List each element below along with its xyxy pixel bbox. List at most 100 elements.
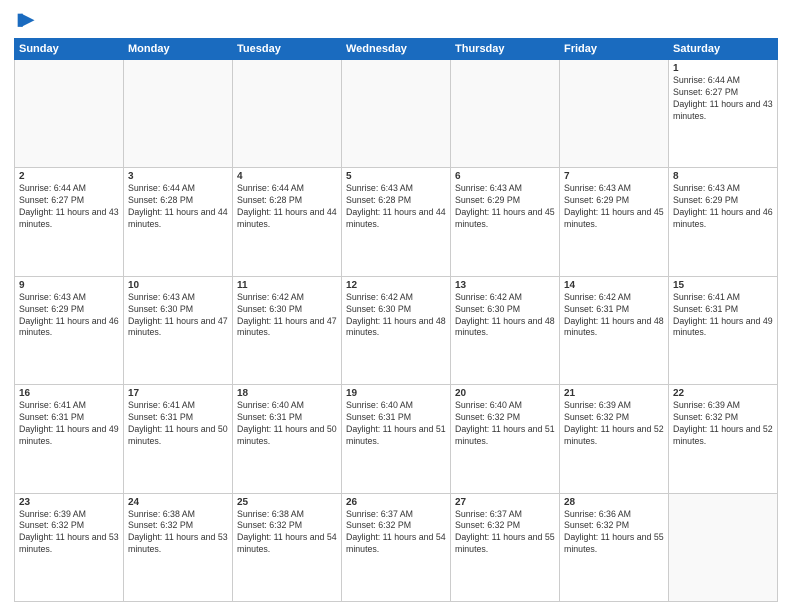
day-number: 11 <box>237 280 337 291</box>
week-row-2: 9Sunrise: 6:43 AM Sunset: 6:29 PM Daylig… <box>15 276 778 384</box>
calendar-cell: 27Sunrise: 6:37 AM Sunset: 6:32 PM Dayli… <box>451 493 560 601</box>
day-info: Sunrise: 6:38 AM Sunset: 6:32 PM Dayligh… <box>128 509 228 557</box>
calendar-cell: 21Sunrise: 6:39 AM Sunset: 6:32 PM Dayli… <box>560 385 669 493</box>
day-header-friday: Friday <box>560 39 669 60</box>
calendar-cell: 28Sunrise: 6:36 AM Sunset: 6:32 PM Dayli… <box>560 493 669 601</box>
day-info: Sunrise: 6:41 AM Sunset: 6:31 PM Dayligh… <box>673 292 773 340</box>
calendar-cell: 16Sunrise: 6:41 AM Sunset: 6:31 PM Dayli… <box>15 385 124 493</box>
calendar-cell <box>451 60 560 168</box>
day-info: Sunrise: 6:44 AM Sunset: 6:27 PM Dayligh… <box>673 75 773 123</box>
calendar-cell <box>15 60 124 168</box>
calendar-cell: 2Sunrise: 6:44 AM Sunset: 6:27 PM Daylig… <box>15 168 124 276</box>
calendar-cell: 15Sunrise: 6:41 AM Sunset: 6:31 PM Dayli… <box>669 276 778 384</box>
calendar-cell: 6Sunrise: 6:43 AM Sunset: 6:29 PM Daylig… <box>451 168 560 276</box>
calendar-cell: 26Sunrise: 6:37 AM Sunset: 6:32 PM Dayli… <box>342 493 451 601</box>
day-number: 9 <box>19 280 119 291</box>
day-number: 28 <box>564 497 664 508</box>
day-info: Sunrise: 6:43 AM Sunset: 6:29 PM Dayligh… <box>19 292 119 340</box>
page: SundayMondayTuesdayWednesdayThursdayFrid… <box>0 0 792 612</box>
logo <box>14 10 40 32</box>
calendar-cell: 23Sunrise: 6:39 AM Sunset: 6:32 PM Dayli… <box>15 493 124 601</box>
day-info: Sunrise: 6:43 AM Sunset: 6:28 PM Dayligh… <box>346 183 446 231</box>
day-number: 26 <box>346 497 446 508</box>
day-info: Sunrise: 6:44 AM Sunset: 6:28 PM Dayligh… <box>128 183 228 231</box>
calendar-cell <box>342 60 451 168</box>
header <box>14 10 778 32</box>
day-info: Sunrise: 6:42 AM Sunset: 6:31 PM Dayligh… <box>564 292 664 340</box>
calendar-cell: 10Sunrise: 6:43 AM Sunset: 6:30 PM Dayli… <box>124 276 233 384</box>
day-info: Sunrise: 6:41 AM Sunset: 6:31 PM Dayligh… <box>19 400 119 448</box>
calendar-cell: 1Sunrise: 6:44 AM Sunset: 6:27 PM Daylig… <box>669 60 778 168</box>
calendar-cell: 5Sunrise: 6:43 AM Sunset: 6:28 PM Daylig… <box>342 168 451 276</box>
day-number: 21 <box>564 388 664 399</box>
day-number: 16 <box>19 388 119 399</box>
calendar-cell: 25Sunrise: 6:38 AM Sunset: 6:32 PM Dayli… <box>233 493 342 601</box>
header-row: SundayMondayTuesdayWednesdayThursdayFrid… <box>15 39 778 60</box>
day-info: Sunrise: 6:42 AM Sunset: 6:30 PM Dayligh… <box>346 292 446 340</box>
calendar-cell <box>233 60 342 168</box>
day-number: 25 <box>237 497 337 508</box>
day-number: 19 <box>346 388 446 399</box>
week-row-1: 2Sunrise: 6:44 AM Sunset: 6:27 PM Daylig… <box>15 168 778 276</box>
calendar-cell <box>560 60 669 168</box>
day-info: Sunrise: 6:39 AM Sunset: 6:32 PM Dayligh… <box>673 400 773 448</box>
day-number: 5 <box>346 171 446 182</box>
calendar-cell: 3Sunrise: 6:44 AM Sunset: 6:28 PM Daylig… <box>124 168 233 276</box>
day-info: Sunrise: 6:38 AM Sunset: 6:32 PM Dayligh… <box>237 509 337 557</box>
week-row-3: 16Sunrise: 6:41 AM Sunset: 6:31 PM Dayli… <box>15 385 778 493</box>
day-info: Sunrise: 6:42 AM Sunset: 6:30 PM Dayligh… <box>455 292 555 340</box>
day-info: Sunrise: 6:37 AM Sunset: 6:32 PM Dayligh… <box>346 509 446 557</box>
day-info: Sunrise: 6:43 AM Sunset: 6:29 PM Dayligh… <box>455 183 555 231</box>
calendar-cell: 4Sunrise: 6:44 AM Sunset: 6:28 PM Daylig… <box>233 168 342 276</box>
day-info: Sunrise: 6:40 AM Sunset: 6:32 PM Dayligh… <box>455 400 555 448</box>
calendar-cell: 24Sunrise: 6:38 AM Sunset: 6:32 PM Dayli… <box>124 493 233 601</box>
day-header-wednesday: Wednesday <box>342 39 451 60</box>
calendar-cell: 20Sunrise: 6:40 AM Sunset: 6:32 PM Dayli… <box>451 385 560 493</box>
calendar-cell <box>124 60 233 168</box>
day-info: Sunrise: 6:42 AM Sunset: 6:30 PM Dayligh… <box>237 292 337 340</box>
day-info: Sunrise: 6:37 AM Sunset: 6:32 PM Dayligh… <box>455 509 555 557</box>
day-info: Sunrise: 6:43 AM Sunset: 6:30 PM Dayligh… <box>128 292 228 340</box>
calendar-cell: 18Sunrise: 6:40 AM Sunset: 6:31 PM Dayli… <box>233 385 342 493</box>
day-number: 6 <box>455 171 555 182</box>
day-info: Sunrise: 6:43 AM Sunset: 6:29 PM Dayligh… <box>673 183 773 231</box>
calendar-body: 1Sunrise: 6:44 AM Sunset: 6:27 PM Daylig… <box>15 60 778 602</box>
day-number: 12 <box>346 280 446 291</box>
calendar-cell: 14Sunrise: 6:42 AM Sunset: 6:31 PM Dayli… <box>560 276 669 384</box>
day-info: Sunrise: 6:44 AM Sunset: 6:28 PM Dayligh… <box>237 183 337 231</box>
calendar-cell: 13Sunrise: 6:42 AM Sunset: 6:30 PM Dayli… <box>451 276 560 384</box>
calendar-cell: 11Sunrise: 6:42 AM Sunset: 6:30 PM Dayli… <box>233 276 342 384</box>
calendar-header: SundayMondayTuesdayWednesdayThursdayFrid… <box>15 39 778 60</box>
day-info: Sunrise: 6:36 AM Sunset: 6:32 PM Dayligh… <box>564 509 664 557</box>
calendar-cell: 9Sunrise: 6:43 AM Sunset: 6:29 PM Daylig… <box>15 276 124 384</box>
week-row-4: 23Sunrise: 6:39 AM Sunset: 6:32 PM Dayli… <box>15 493 778 601</box>
day-number: 18 <box>237 388 337 399</box>
calendar-cell: 17Sunrise: 6:41 AM Sunset: 6:31 PM Dayli… <box>124 385 233 493</box>
day-number: 2 <box>19 171 119 182</box>
day-header-sunday: Sunday <box>15 39 124 60</box>
week-row-0: 1Sunrise: 6:44 AM Sunset: 6:27 PM Daylig… <box>15 60 778 168</box>
day-number: 1 <box>673 63 773 74</box>
calendar-table: SundayMondayTuesdayWednesdayThursdayFrid… <box>14 38 778 602</box>
day-header-tuesday: Tuesday <box>233 39 342 60</box>
day-info: Sunrise: 6:40 AM Sunset: 6:31 PM Dayligh… <box>346 400 446 448</box>
day-info: Sunrise: 6:39 AM Sunset: 6:32 PM Dayligh… <box>564 400 664 448</box>
day-number: 22 <box>673 388 773 399</box>
day-number: 4 <box>237 171 337 182</box>
calendar-cell: 8Sunrise: 6:43 AM Sunset: 6:29 PM Daylig… <box>669 168 778 276</box>
day-info: Sunrise: 6:40 AM Sunset: 6:31 PM Dayligh… <box>237 400 337 448</box>
day-number: 23 <box>19 497 119 508</box>
day-header-saturday: Saturday <box>669 39 778 60</box>
day-number: 24 <box>128 497 228 508</box>
day-number: 17 <box>128 388 228 399</box>
calendar-cell: 22Sunrise: 6:39 AM Sunset: 6:32 PM Dayli… <box>669 385 778 493</box>
day-number: 8 <box>673 171 773 182</box>
day-number: 3 <box>128 171 228 182</box>
day-number: 15 <box>673 280 773 291</box>
day-number: 14 <box>564 280 664 291</box>
day-number: 7 <box>564 171 664 182</box>
day-number: 20 <box>455 388 555 399</box>
logo-icon <box>14 10 36 32</box>
day-info: Sunrise: 6:44 AM Sunset: 6:27 PM Dayligh… <box>19 183 119 231</box>
calendar-cell: 19Sunrise: 6:40 AM Sunset: 6:31 PM Dayli… <box>342 385 451 493</box>
